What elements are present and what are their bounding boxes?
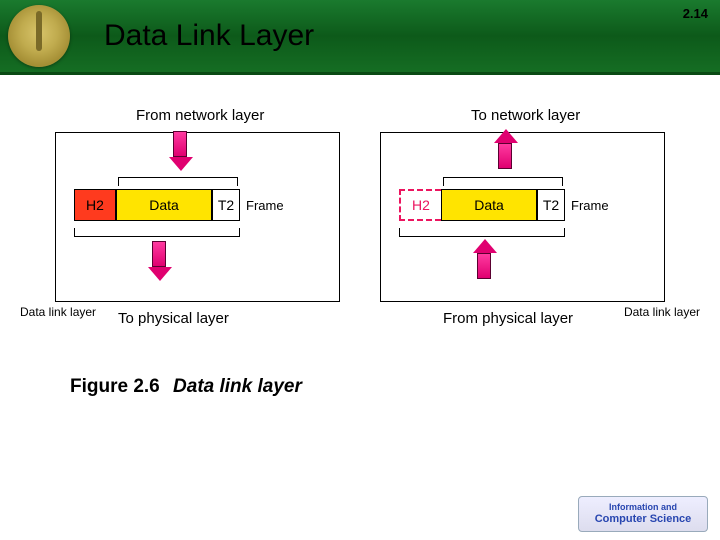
header-h2-cell-dashed: H2 [399, 189, 441, 221]
receiver-panel: To network layer H2 Data T2 Frame From p… [380, 132, 665, 302]
header-h2-cell: H2 [74, 189, 116, 221]
slide-body: From network layer H2 Data T2 Frame To p… [0, 72, 720, 398]
footer-line2: Computer Science [595, 513, 692, 525]
frame-label: Frame [246, 198, 284, 213]
arrow-down-icon [169, 131, 191, 171]
sender-panel: From network layer H2 Data T2 Frame To p… [55, 132, 340, 302]
frame-row: H2 Data T2 Frame [399, 189, 609, 221]
top-bracket [443, 177, 563, 187]
data-cell: Data [116, 189, 212, 221]
trailer-t2-cell: T2 [212, 189, 240, 221]
page-number: 2.14 [683, 6, 708, 21]
figure-caption: Figure 2.6 Data link layer [70, 376, 670, 398]
figure-diagram: From network layer H2 Data T2 Frame To p… [50, 132, 670, 302]
frame-row: H2 Data T2 Frame [74, 189, 284, 221]
layer-label: Data link layer [624, 305, 700, 319]
department-logo-icon: Information and Computer Science [578, 496, 708, 532]
top-bracket [118, 177, 238, 187]
slide-header: Data Link Layer 2.14 [0, 0, 720, 72]
footer-line1: Information and [609, 503, 677, 513]
bottom-bracket [74, 227, 240, 237]
university-seal-icon [8, 5, 70, 67]
arrow-up-icon [494, 129, 516, 169]
to-physical-layer-label: To physical layer [118, 310, 229, 327]
bottom-bracket [399, 227, 565, 237]
data-cell: Data [441, 189, 537, 221]
slide-title: Data Link Layer [104, 19, 314, 53]
to-network-layer-label: To network layer [471, 107, 580, 124]
figure-description: Data link layer [173, 376, 302, 397]
trailer-t2-cell: T2 [537, 189, 565, 221]
arrow-up-icon [473, 239, 495, 279]
figure-number: Figure 2.6 [70, 376, 160, 397]
arrow-down-icon [148, 241, 170, 281]
frame-label: Frame [571, 198, 609, 213]
from-physical-layer-label: From physical layer [443, 310, 573, 327]
from-network-layer-label: From network layer [136, 107, 264, 124]
layer-label: Data link layer [20, 305, 96, 319]
